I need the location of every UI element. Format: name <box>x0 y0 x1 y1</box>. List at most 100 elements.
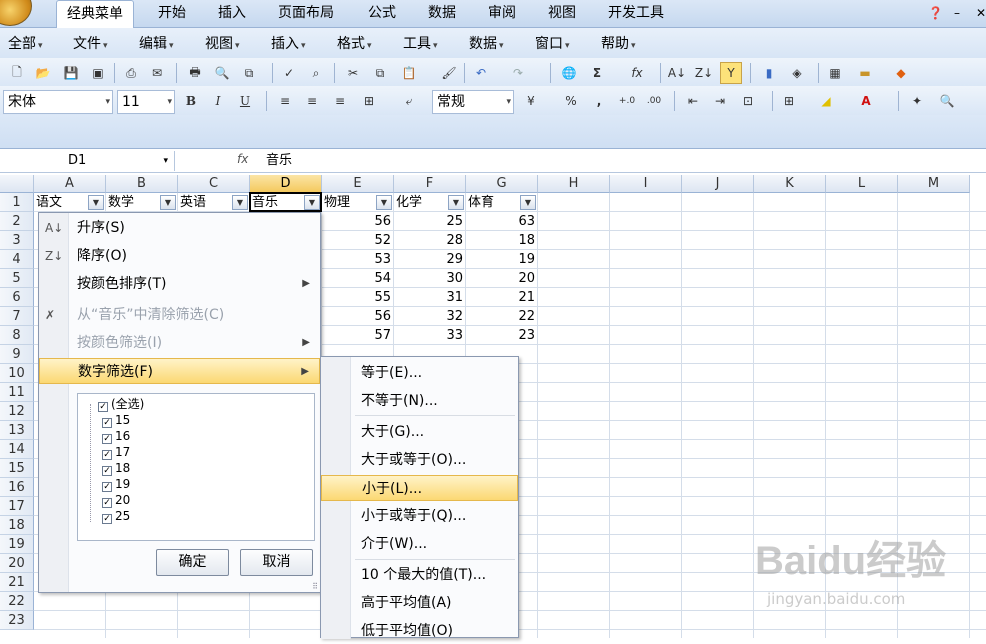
decrease-indent-icon[interactable]: ⇤ <box>682 90 704 112</box>
font-combo[interactable]: 宋体 ▾ <box>3 90 113 114</box>
data-cell[interactable]: 25 <box>394 212 466 231</box>
copy-icon[interactable]: ⧉ <box>369 62 391 84</box>
number-filter-item[interactable]: 高于平均值(A) <box>321 590 518 616</box>
checkbox-icon[interactable]: ✓ <box>102 450 112 460</box>
data-cell[interactable]: 20 <box>466 269 538 288</box>
mail-icon[interactable]: ✉ <box>146 62 168 84</box>
data-cell[interactable]: 55 <box>322 288 394 307</box>
checkbox-icon[interactable]: ✓ <box>102 498 112 508</box>
tab-classic-menu[interactable]: 经典菜单 <box>56 0 134 29</box>
new-document-icon[interactable]: 🗋 <box>6 62 28 84</box>
menu-tools[interactable]: 工具 ▾ <box>403 28 438 60</box>
print-preview-icon[interactable]: 🔍 <box>211 62 233 84</box>
research-icon[interactable]: ✓ <box>278 62 300 84</box>
italic-button[interactable]: I <box>207 90 229 112</box>
menu-insert[interactable]: 插入 ▾ <box>271 28 306 60</box>
name-box[interactable]: D1 ▾ <box>0 151 172 171</box>
chart-icon[interactable]: ▮ <box>758 62 780 84</box>
menu-file[interactable]: 文件 ▾ <box>73 28 108 60</box>
spelling-icon[interactable]: ⧉ <box>238 62 260 84</box>
data-cell[interactable]: 31 <box>394 288 466 307</box>
value-checklist[interactable]: ✓ (全选) ✓ 15 ✓ 16 ✓ 17 ✓ 18 ✓ 19 ✓ 20 ✓ 25 <box>77 393 315 541</box>
column-header-d[interactable]: D <box>250 175 322 193</box>
column-header-m[interactable]: M <box>898 175 970 193</box>
checkbox-icon[interactable]: ✓ <box>102 466 112 476</box>
increase-indent-icon[interactable]: ⇥ <box>709 90 731 112</box>
checkbox-icon[interactable]: ✓ <box>102 418 112 428</box>
checkbox-icon[interactable]: ✓ <box>98 402 108 412</box>
checklist-item[interactable]: ✓ 25 <box>102 508 130 524</box>
resize-grip-icon[interactable]: ⠿ <box>312 582 318 591</box>
row-header[interactable]: 3 <box>0 231 34 250</box>
table-icon[interactable]: ▦ <box>824 62 846 84</box>
row-header[interactable]: 1 <box>0 193 34 212</box>
row-header[interactable]: 15 <box>0 459 34 478</box>
data-cell[interactable]: 21 <box>466 288 538 307</box>
menu-all[interactable]: 全部 ▾ <box>8 28 43 60</box>
checkbox-icon[interactable]: ✓ <box>102 514 112 524</box>
tab-home[interactable]: 开始 <box>148 0 196 28</box>
row-header[interactable]: 9 <box>0 345 34 364</box>
row-header[interactable]: 14 <box>0 440 34 459</box>
number-filter-item[interactable]: 不等于(N)... <box>321 388 518 414</box>
header-cell[interactable]: 音乐 <box>252 193 304 212</box>
filter-dropdown-button[interactable]: ▼ <box>376 195 392 210</box>
font-size-combo[interactable]: 11 ▾ <box>117 90 175 114</box>
checklist-item[interactable]: ✓ 18 <box>102 460 130 476</box>
number-format-combo[interactable]: 常规 ▾ <box>432 90 514 114</box>
menu-help[interactable]: 帮助 ▾ <box>601 28 636 60</box>
data-cell[interactable]: 23 <box>466 326 538 345</box>
filter-icon[interactable]: Y <box>720 62 742 84</box>
checklist-item[interactable]: ✓ 15 <box>102 412 130 428</box>
align-left-icon[interactable]: ≡ <box>274 90 296 112</box>
data-cell[interactable]: 56 <box>322 307 394 326</box>
header-cell[interactable]: 数学 <box>108 193 160 212</box>
column-header-i[interactable]: I <box>610 175 682 193</box>
number-filter-item[interactable]: 等于(E)... <box>321 360 518 386</box>
row-header[interactable]: 19 <box>0 535 34 554</box>
fill-color-icon[interactable]: ◢ <box>815 90 837 112</box>
filter-dropdown-button[interactable]: ▼ <box>88 195 104 210</box>
column-header-g[interactable]: G <box>466 175 538 193</box>
row-header[interactable]: 12 <box>0 402 34 421</box>
column-header-f[interactable]: F <box>394 175 466 193</box>
tab-review[interactable]: 审阅 <box>478 0 526 28</box>
wrap-text-icon[interactable]: ⤶ <box>398 90 420 112</box>
underline-button[interactable]: U <box>234 90 256 112</box>
header-cell[interactable]: 英语 <box>180 193 232 212</box>
data-cell[interactable]: 32 <box>394 307 466 326</box>
row-header[interactable]: 7 <box>0 307 34 326</box>
sort-descending-item[interactable]: Z↓ 降序(O) <box>39 243 320 269</box>
ok-button[interactable]: 确定 <box>156 549 229 576</box>
undo-icon[interactable]: ↶ <box>470 62 492 84</box>
menu-edit[interactable]: 编辑 ▾ <box>139 28 174 60</box>
sort-ascending-item[interactable]: A↓ 升序(S) <box>39 215 320 241</box>
number-filter-item[interactable]: 小于或等于(Q)... <box>321 503 518 529</box>
row-header[interactable]: 6 <box>0 288 34 307</box>
bold-button[interactable]: B <box>180 90 202 112</box>
header-cell[interactable]: 物理 <box>324 193 376 212</box>
number-filter-item[interactable]: 大于或等于(O)... <box>321 447 518 473</box>
decrease-decimal-icon[interactable]: .00 <box>643 90 665 112</box>
insert-function-icon[interactable]: fx <box>237 152 248 166</box>
select-all-corner[interactable] <box>0 175 34 193</box>
tab-developer[interactable]: 开发工具 <box>598 0 674 28</box>
redo-icon[interactable]: ↷ <box>507 62 529 84</box>
column-header-l[interactable]: L <box>826 175 898 193</box>
paste-icon[interactable]: 📋 <box>398 62 420 84</box>
comma-icon[interactable]: , <box>588 90 610 112</box>
hyperlink-icon[interactable]: 🌐 <box>558 62 580 84</box>
translate-icon[interactable]: ⌕ <box>305 62 327 84</box>
filter-dropdown-button[interactable]: ▼ <box>448 195 464 210</box>
print-icon[interactable]: 🖶 <box>184 62 206 84</box>
shapes-icon[interactable]: ◈ <box>786 62 808 84</box>
tab-formulas[interactable]: 公式 <box>358 0 406 28</box>
row-header[interactable]: 16 <box>0 478 34 497</box>
header-cell[interactable]: 化学 <box>396 193 448 212</box>
currency-icon[interactable]: ¥ <box>520 90 542 112</box>
filter-dropdown-button[interactable]: ▼ <box>160 195 176 210</box>
menu-window[interactable]: 窗口 ▾ <box>535 28 570 60</box>
cut-icon[interactable]: ✂ <box>342 62 364 84</box>
header-cell[interactable]: 体育 <box>468 193 520 212</box>
data-cell[interactable]: 29 <box>394 250 466 269</box>
